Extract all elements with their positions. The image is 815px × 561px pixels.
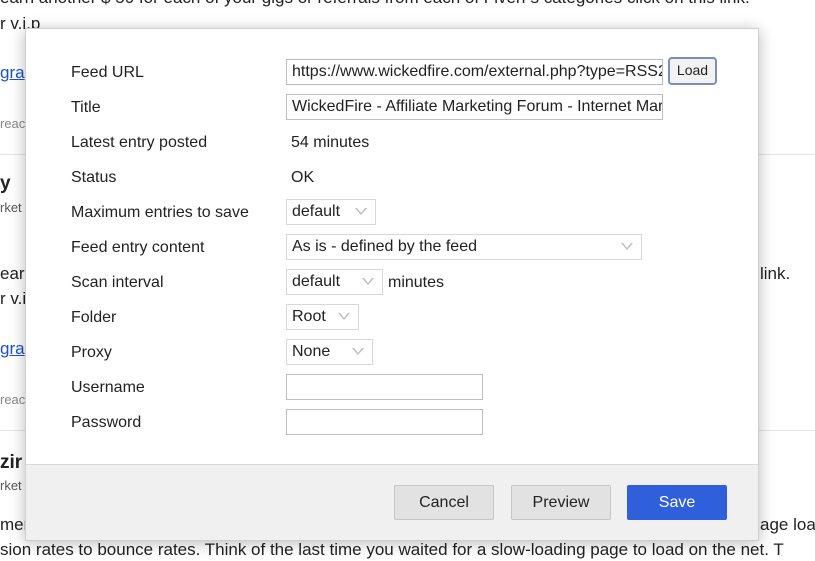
latest-entry-label: Latest entry posted <box>71 134 208 151</box>
max-entries-select[interactable]: default <box>286 199 376 225</box>
scan-interval-label: Scan interval <box>71 274 164 291</box>
max-entries-label: Maximum entries to save <box>71 204 249 221</box>
chevron-down-icon <box>352 348 364 355</box>
dialog-footer: Cancel Preview Save <box>26 464 758 540</box>
feed-url-label: Feed URL <box>71 64 144 81</box>
status-value: OK <box>291 169 315 186</box>
bg-link[interactable]: gra <box>0 63 25 83</box>
title-label: Title <box>71 99 101 116</box>
scan-interval-unit: minutes <box>388 274 445 291</box>
status-label: Status <box>71 169 117 186</box>
entry-content-value: As is - defined by the feed <box>292 238 477 255</box>
bg-read-more: reac <box>0 392 26 407</box>
bg-text-line: link. <box>760 264 791 283</box>
bg-text-line: sion rates to bounce rates. Think of the… <box>0 540 784 559</box>
latest-entry-value: 54 minutes <box>291 134 370 151</box>
username-label: Username <box>71 379 145 396</box>
username-input[interactable] <box>286 374 483 400</box>
feed-url-input[interactable]: https://www.wickedfire.com/external.php?… <box>286 59 663 85</box>
folder-select[interactable]: Root <box>286 304 359 330</box>
scan-interval-value: default <box>292 273 341 290</box>
bg-text-line: age loa <box>760 515 815 534</box>
chevron-down-icon <box>621 243 633 250</box>
proxy-label: Proxy <box>71 344 112 361</box>
bg-post-title: y <box>0 173 11 194</box>
entry-content-label: Feed entry content <box>71 239 205 256</box>
load-button[interactable]: Load <box>668 57 717 85</box>
feed-settings-dialog: Feed URL https://www.wickedfire.com/exte… <box>25 28 759 541</box>
preview-button[interactable]: Preview <box>511 485 611 520</box>
save-button[interactable]: Save <box>627 485 727 520</box>
bg-text-line: r v.i <box>0 289 27 308</box>
password-input[interactable] <box>286 409 483 435</box>
scan-interval-select[interactable]: default <box>286 269 383 295</box>
chevron-down-icon <box>338 313 350 320</box>
cancel-button[interactable]: Cancel <box>394 485 494 520</box>
proxy-select[interactable]: None <box>286 339 373 365</box>
entry-content-select[interactable]: As is - defined by the feed <box>286 234 642 260</box>
bg-text-line: ear <box>0 264 25 283</box>
folder-value: Root <box>292 308 326 325</box>
bg-post-meta: rket <box>0 478 22 493</box>
bg-link[interactable]: gra <box>0 339 25 359</box>
title-input[interactable]: WickedFire - Affiliate Marketing Forum -… <box>286 94 663 120</box>
bg-post-meta: rket <box>0 200 22 215</box>
chevron-down-icon <box>355 208 367 215</box>
max-entries-value: default <box>292 203 341 220</box>
folder-label: Folder <box>71 309 117 326</box>
bg-read-more: reac <box>0 116 26 131</box>
bg-text-line: earn another $ 50 for each of your gigs … <box>0 0 750 8</box>
password-label: Password <box>71 414 142 431</box>
bg-post-title: zir <box>0 452 23 473</box>
proxy-value: None <box>292 343 331 360</box>
chevron-down-icon <box>362 278 374 285</box>
